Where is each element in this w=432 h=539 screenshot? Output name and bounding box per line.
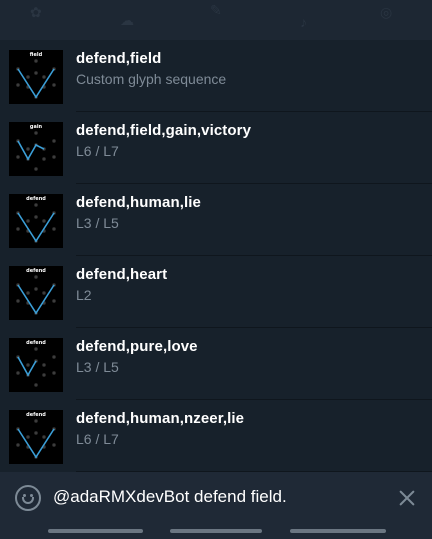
thumbnail-label: field	[30, 52, 43, 58]
message-input[interactable]: @adaRMXdevBot defend field.	[53, 487, 287, 507]
chat-background: ✿ ☁ ✎ ♪ ◎	[0, 0, 432, 40]
inline-results-list: field defend,field Custom glyph sequence…	[0, 40, 432, 472]
result-title: defend,pure,love	[76, 338, 198, 355]
thumbnail-label: defend	[26, 340, 46, 346]
result-item[interactable]: defend defend,human,lie L3 / L5	[0, 184, 432, 256]
result-title: defend,heart	[76, 266, 168, 283]
glyph-thumbnail: defend	[9, 194, 63, 248]
result-subtitle: L6 / L7	[76, 431, 119, 447]
smiley-icon[interactable]	[15, 485, 41, 511]
close-icon[interactable]	[397, 488, 417, 508]
result-subtitle: Custom glyph sequence	[76, 71, 227, 87]
nav-handle[interactable]	[290, 529, 386, 533]
result-subtitle: L2	[76, 287, 92, 303]
doodle-icon: ✎	[210, 2, 222, 18]
doodle-icon: ♪	[300, 14, 307, 30]
system-nav-bar	[0, 524, 432, 539]
result-title: defend,human,nzeer,lie	[76, 410, 245, 427]
glyph-thumbnail: gain	[9, 122, 63, 176]
glyph-thumbnail: defend	[9, 266, 63, 320]
nav-handle[interactable]	[48, 529, 143, 533]
result-subtitle: L6 / L7	[76, 143, 119, 159]
thumbnail-label: defend	[26, 412, 46, 418]
doodle-icon: ✿	[30, 4, 42, 20]
thumbnail-label: defend	[26, 196, 46, 202]
result-item[interactable]: gain defend,field,gain,victory L6 / L7	[0, 112, 432, 184]
doodle-icon: ☁	[120, 12, 134, 28]
result-title: defend,human,lie	[76, 194, 201, 211]
result-item[interactable]: defend defend,pure,love L3 / L5	[0, 328, 432, 400]
result-title: defend,field,gain,victory	[76, 122, 252, 139]
result-item[interactable]: defend defend,human,nzeer,lie L6 / L7	[0, 400, 432, 472]
result-title: defend,field	[76, 50, 162, 67]
result-item[interactable]: defend defend,heart L2	[0, 256, 432, 328]
message-input-bar: @adaRMXdevBot defend field.	[0, 472, 432, 524]
glyph-thumbnail: defend	[9, 338, 63, 392]
result-subtitle: L3 / L5	[76, 359, 119, 375]
nav-handle[interactable]	[170, 529, 262, 533]
glyph-thumbnail: defend	[9, 410, 63, 464]
thumbnail-label: gain	[30, 124, 43, 130]
glyph-thumbnail: field	[9, 50, 63, 104]
result-subtitle: L3 / L5	[76, 215, 119, 231]
thumbnail-label: defend	[26, 268, 46, 274]
doodle-icon: ◎	[380, 4, 393, 20]
result-item[interactable]: field defend,field Custom glyph sequence	[0, 40, 432, 112]
